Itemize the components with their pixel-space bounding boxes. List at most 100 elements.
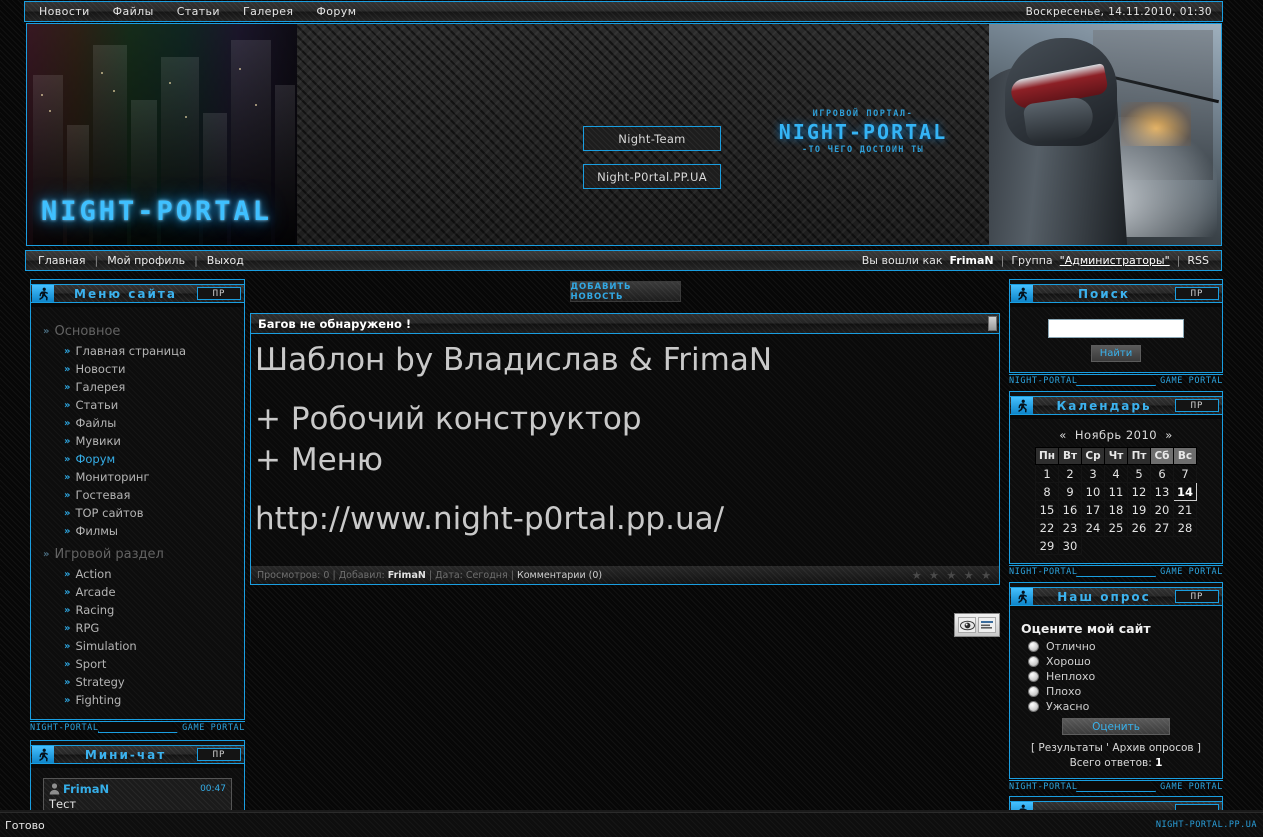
menu-item-rpg[interactable]: »RPG [31, 619, 244, 637]
calendar-pr-button[interactable]: ПР [1175, 399, 1219, 412]
calendar-day[interactable]: 13 [1151, 483, 1174, 501]
menu-item-articles[interactable]: »Статьи [31, 396, 244, 414]
calendar-day[interactable]: 6 [1151, 465, 1174, 483]
banner-cityscape: NIGHT-PORTAL [27, 24, 297, 245]
calendar-day[interactable]: 2 [1059, 465, 1082, 483]
news-author[interactable]: FrimaN [388, 570, 426, 581]
site-banner: NIGHT-PORTAL Night-Team Night-P0rtal.PP.… [26, 23, 1222, 246]
calendar-day[interactable]: 22 [1036, 519, 1059, 537]
news-line-4[interactable]: http://www.night-p0rtal.pp.ua/ [255, 499, 995, 540]
top-nav-item-articles[interactable]: Статьи [177, 5, 220, 18]
poll-option-awful[interactable]: Ужасно [1021, 699, 1211, 714]
search-input[interactable] [1048, 319, 1184, 338]
group-name-link[interactable]: "Администраторы" [1060, 254, 1170, 267]
rss-link[interactable]: RSS [1187, 254, 1209, 267]
calendar-day[interactable]: 23 [1059, 519, 1082, 537]
banner-button-night-portal[interactable]: Night-P0rtal.PP.UA [583, 164, 721, 189]
calendar-day[interactable]: 1 [1036, 465, 1059, 483]
calendar-day[interactable]: 20 [1151, 501, 1174, 519]
eye-icon[interactable] [958, 617, 976, 633]
menu-item-fighting[interactable]: »Fighting [31, 691, 244, 709]
calendar-day[interactable]: 25 [1105, 519, 1128, 537]
calendar-day[interactable]: 24 [1082, 519, 1105, 537]
menu-item-forum[interactable]: »Форум [31, 450, 244, 468]
menu-item-home[interactable]: »Главная страница [31, 342, 244, 360]
top-nav-item-forum[interactable]: Форум [316, 5, 356, 18]
chat-message-author[interactable]: FrimaN [63, 782, 109, 796]
calendar-next-month[interactable]: » [1161, 428, 1177, 442]
search-pr-button[interactable]: ПР [1175, 287, 1219, 300]
user-nav-home[interactable]: Главная [38, 254, 86, 267]
menu-item-files[interactable]: »Файлы [31, 414, 244, 432]
calendar-day[interactable]: 27 [1151, 519, 1174, 537]
menu-item-racing[interactable]: »Racing [31, 601, 244, 619]
add-news-button[interactable]: ДОБАВИТЬ НОВОСТЬ [570, 281, 681, 302]
news-scroll-thumb[interactable] [988, 316, 997, 331]
calendar-day[interactable]: 21 [1174, 501, 1197, 519]
menu-item-movies[interactable]: »Мувики [31, 432, 244, 450]
calendar-day-today[interactable]: 14 [1174, 483, 1197, 501]
top-nav-item-gallery[interactable]: Галерея [243, 5, 293, 18]
poll-pr-button[interactable]: ПР [1175, 590, 1219, 603]
user-nav-profile[interactable]: Мой профиль [107, 254, 185, 267]
menu-item-strategy[interactable]: »Strategy [31, 673, 244, 691]
calendar-day[interactable]: 10 [1082, 483, 1105, 501]
calendar-day[interactable]: 17 [1082, 501, 1105, 519]
news-tools-row [250, 613, 1000, 637]
banner-button-night-team[interactable]: Night-Team [583, 126, 721, 151]
menu-item-arcade[interactable]: »Arcade [31, 583, 244, 601]
poll-option-excellent[interactable]: Отлично [1021, 639, 1211, 654]
menu-item-sport[interactable]: »Sport [31, 655, 244, 673]
user-nav-logout[interactable]: Выход [207, 254, 244, 267]
top-nav-item-files[interactable]: Файлы [113, 5, 154, 18]
chevron-right-icon: » [64, 382, 68, 393]
calendar-day[interactable]: 28 [1174, 519, 1197, 537]
top-nav-item-news[interactable]: Новости [39, 5, 90, 18]
poll-option-not-bad[interactable]: Неплохо [1021, 669, 1211, 684]
calendar-day[interactable]: 29 [1036, 537, 1059, 555]
search-submit-button[interactable]: Найти [1091, 345, 1141, 362]
news-comments-link[interactable]: Комментарии (0) [517, 570, 602, 581]
calendar-prev-month[interactable]: « [1055, 428, 1071, 442]
menu-item-news[interactable]: »Новости [31, 360, 244, 378]
footer-brand-right: GAME PORTAL [182, 723, 245, 733]
menu-item-simulation[interactable]: »Simulation [31, 637, 244, 655]
calendar-day[interactable]: 26 [1128, 519, 1151, 537]
calendar-day[interactable]: 3 [1082, 465, 1105, 483]
calendar-day-empty [1128, 537, 1151, 555]
menu-item-gallery[interactable]: »Галерея [31, 378, 244, 396]
mini-chat-pr-button[interactable]: ПР [197, 748, 241, 761]
menu-item-action[interactable]: »Action [31, 565, 244, 583]
poll-option-good[interactable]: Хорошо [1021, 654, 1211, 669]
calendar-day[interactable]: 12 [1128, 483, 1151, 501]
calendar-day[interactable]: 5 [1128, 465, 1151, 483]
calendar-day[interactable]: 15 [1036, 501, 1059, 519]
calendar-day[interactable]: 4 [1105, 465, 1128, 483]
calendar-day[interactable]: 9 [1059, 483, 1082, 501]
calendar-day[interactable]: 19 [1128, 501, 1151, 519]
menu-item-top-sites[interactable]: »TOP сайтов [31, 504, 244, 522]
menu-item-films[interactable]: »Филмы [31, 522, 244, 540]
calendar-day[interactable]: 30 [1059, 537, 1082, 555]
calendar-day[interactable]: 16 [1059, 501, 1082, 519]
radio-icon[interactable] [1028, 641, 1039, 652]
calendar-day[interactable]: 7 [1174, 465, 1197, 483]
calendar-day[interactable]: 8 [1036, 483, 1059, 501]
menu-item-monitoring[interactable]: »Мониторинг [31, 468, 244, 486]
calendar-week-row: 15 16 17 18 19 20 21 [1036, 501, 1197, 519]
list-icon[interactable] [978, 617, 996, 633]
poll-option-bad[interactable]: Плохо [1021, 684, 1211, 699]
radio-icon[interactable] [1028, 686, 1039, 697]
calendar-title: Календарь [1033, 399, 1175, 413]
poll-vote-button[interactable]: Оценить [1062, 718, 1170, 735]
calendar-day[interactable]: 18 [1105, 501, 1128, 519]
footer-notch [1076, 375, 1156, 386]
poll-results-links[interactable]: [ Результаты ' Архив опросов ] [1021, 742, 1211, 754]
menu-item-guestbook[interactable]: »Гостевая [31, 486, 244, 504]
calendar-day[interactable]: 11 [1105, 483, 1128, 501]
site-menu-pr-button[interactable]: ПР [197, 287, 241, 300]
news-rating-stars[interactable]: ★ ★ ★ ★ ★ [912, 569, 993, 582]
radio-icon[interactable] [1028, 656, 1039, 667]
radio-icon[interactable] [1028, 701, 1039, 712]
radio-icon[interactable] [1028, 671, 1039, 682]
